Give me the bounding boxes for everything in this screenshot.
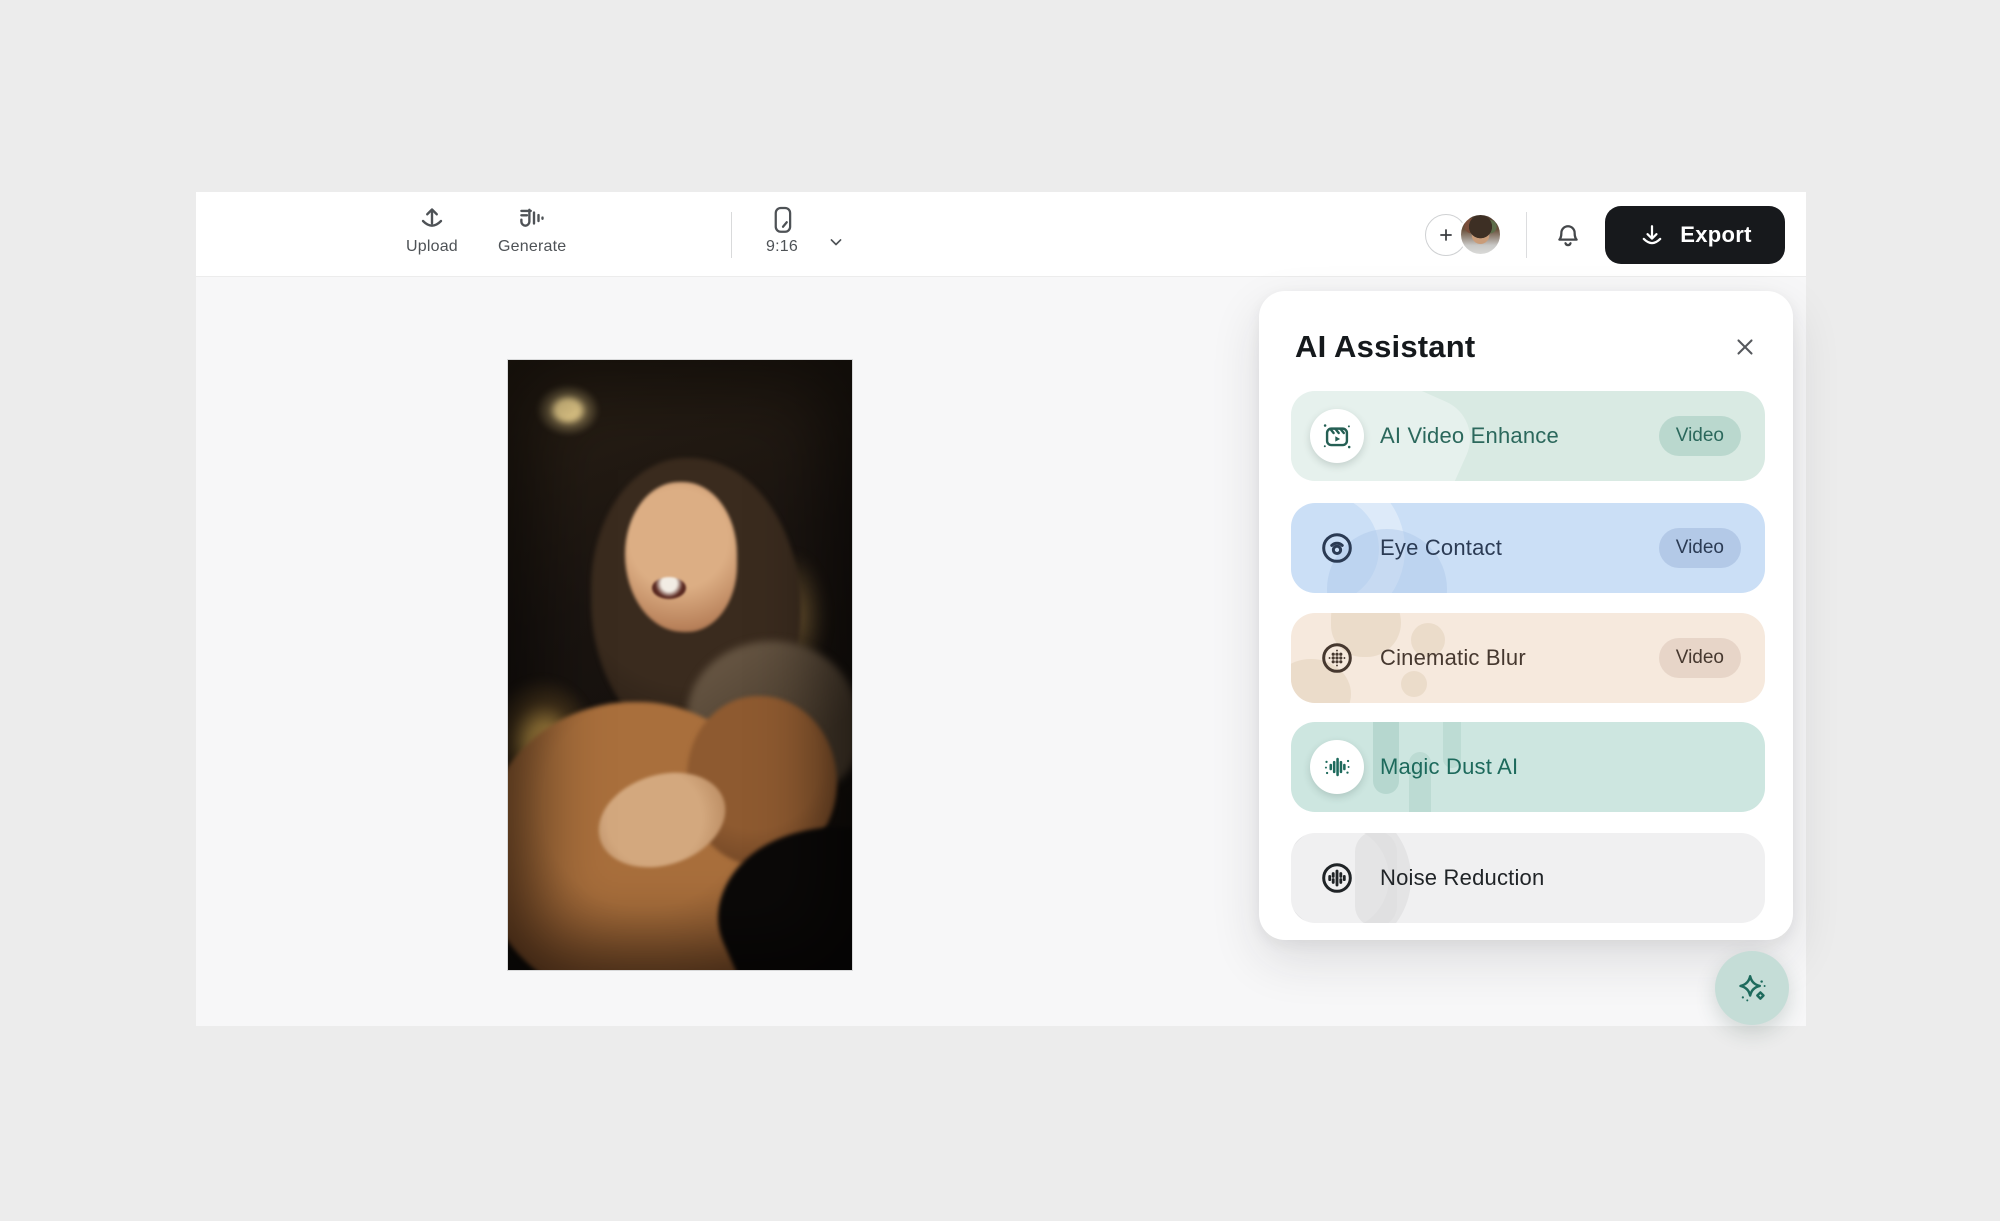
video-vignette <box>508 360 852 970</box>
bell-icon <box>1553 221 1583 251</box>
video-badge: Video <box>1659 416 1741 456</box>
close-icon <box>1732 334 1758 360</box>
aspect-ratio-label: 9:16 <box>766 238 798 256</box>
topbar-divider <box>1526 212 1527 258</box>
assistant-item-magic-dust-ai[interactable]: Magic Dust AI <box>1291 722 1765 812</box>
assistant-item-cinematic-blur[interactable]: Cinematic Blur Video <box>1291 613 1765 703</box>
cinematic-blur-icon <box>1310 631 1364 685</box>
panel-title: AI Assistant <box>1295 329 1475 365</box>
ai-assistant-panel: AI Assistant <box>1259 291 1793 940</box>
plus-icon <box>1435 224 1457 246</box>
upload-label: Upload <box>406 238 458 256</box>
chevron-down-icon[interactable] <box>826 232 846 252</box>
video-canvas[interactable] <box>508 360 852 970</box>
top-toolbar: Upload Generate <box>196 192 1806 277</box>
aspect-ratio-selector[interactable]: 9:16 <box>766 204 798 256</box>
eye-contact-icon <box>1310 521 1364 575</box>
assistant-item-noise-reduction[interactable]: Noise Reduction <box>1291 833 1765 923</box>
generate-icon <box>517 204 547 234</box>
upload-icon <box>417 204 447 234</box>
assistant-item-label: AI Video Enhance <box>1380 423 1559 449</box>
generate-label: Generate <box>498 238 566 256</box>
export-label: Export <box>1680 222 1751 248</box>
app-window: Upload Generate <box>196 192 1806 1026</box>
magic-dust-icon <box>1310 740 1364 794</box>
download-icon <box>1638 221 1666 249</box>
noise-reduction-icon <box>1310 851 1364 905</box>
toolbar-divider <box>731 212 732 258</box>
assistant-item-label: Eye Contact <box>1380 535 1502 561</box>
screen: Upload Generate <box>0 0 2000 1221</box>
video-badge: Video <box>1659 638 1741 678</box>
assistant-item-label: Noise Reduction <box>1380 865 1544 891</box>
ai-assistant-header: AI Assistant <box>1295 325 1757 369</box>
upload-button[interactable]: Upload <box>406 204 458 256</box>
close-panel-button[interactable] <box>1727 329 1763 365</box>
assistant-item-label: Magic Dust AI <box>1380 754 1518 780</box>
export-button[interactable]: Export <box>1605 206 1785 264</box>
assistant-item-ai-video-enhance[interactable]: AI Video Enhance Video <box>1291 391 1765 481</box>
sparkles-icon <box>1731 967 1773 1009</box>
video-badge: Video <box>1659 528 1741 568</box>
assistant-item-label: Cinematic Blur <box>1380 645 1526 671</box>
avatar[interactable] <box>1459 213 1502 256</box>
phone-portrait-icon <box>767 204 797 234</box>
video-enhance-icon <box>1310 409 1364 463</box>
generate-button[interactable]: Generate <box>498 204 566 256</box>
notifications-button[interactable] <box>1548 216 1588 256</box>
ai-assistant-fab[interactable] <box>1715 951 1789 1025</box>
assistant-item-eye-contact[interactable]: Eye Contact Video <box>1291 503 1765 593</box>
